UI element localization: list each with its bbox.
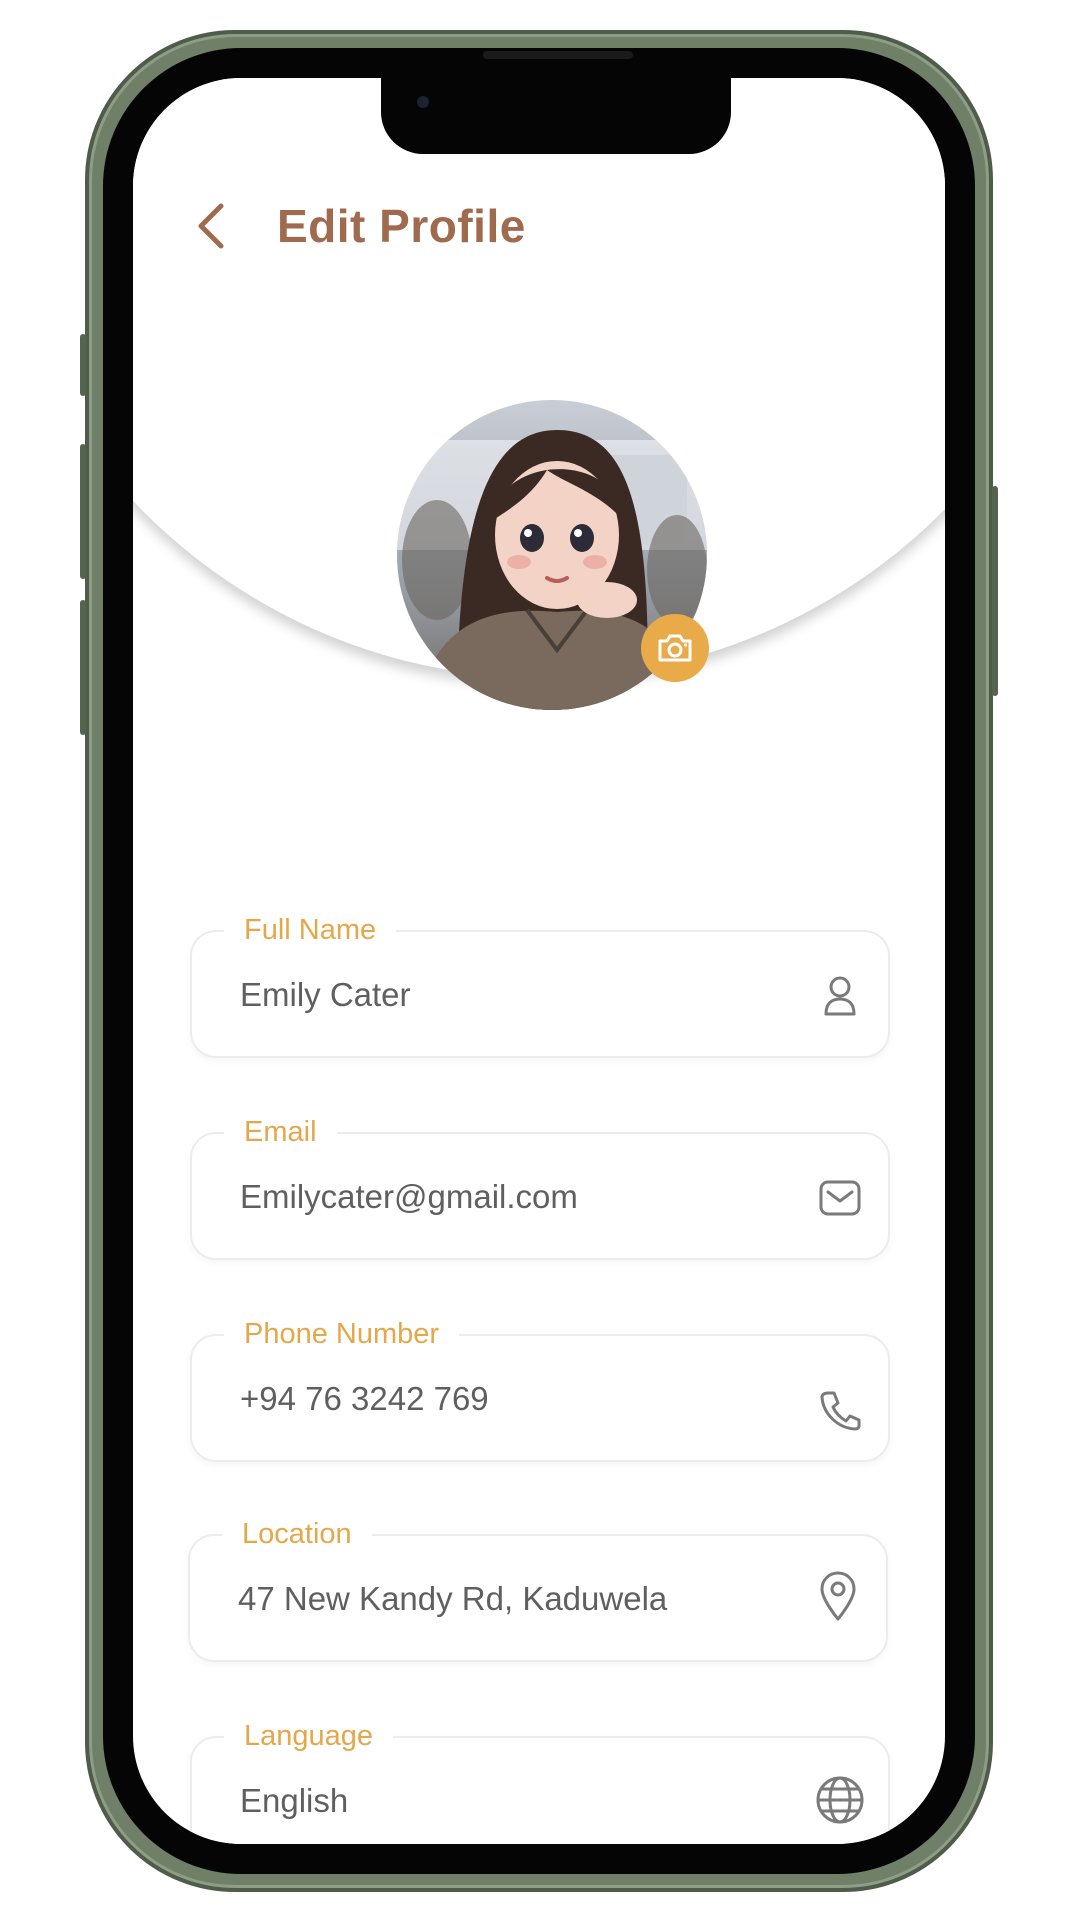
language-value[interactable]: English xyxy=(240,1778,348,1824)
front-camera xyxy=(417,96,429,108)
phone-frame: Edit Profile Full Name Emily Cater Email… xyxy=(80,30,998,1892)
location-value[interactable]: 47 New Kandy Rd, Kaduwela xyxy=(238,1576,667,1622)
full-name-label: Full Name xyxy=(224,912,397,948)
phone-bezel: Edit Profile Full Name Emily Cater Email… xyxy=(103,48,975,1874)
app-screen: Edit Profile Full Name Emily Cater Email… xyxy=(133,78,945,1844)
location-pin-icon xyxy=(812,1570,864,1622)
full-name-value[interactable]: Emily Cater xyxy=(240,972,411,1018)
power-button xyxy=(992,486,998,696)
phone-icon xyxy=(814,1384,866,1436)
user-icon xyxy=(814,970,866,1022)
email-value[interactable]: Emilycater@gmail.com xyxy=(240,1174,578,1220)
camera-icon xyxy=(658,634,692,662)
silent-switch xyxy=(80,334,86,396)
chevron-left-icon[interactable] xyxy=(193,196,233,256)
page-title: Edit Profile xyxy=(277,200,526,252)
change-photo-button[interactable] xyxy=(641,614,709,682)
speaker-grille xyxy=(483,51,633,59)
volume-up-button xyxy=(80,444,86,579)
location-field[interactable]: Location 47 New Kandy Rd, Kaduwela xyxy=(188,1516,888,1662)
header: Edit Profile xyxy=(193,186,526,266)
volume-down-button xyxy=(80,600,86,735)
phone-value[interactable]: +94 76 3242 769 xyxy=(240,1376,489,1422)
mail-icon xyxy=(814,1172,866,1224)
language-label: Language xyxy=(224,1718,394,1754)
language-field[interactable]: Language English xyxy=(190,1718,890,1844)
globe-icon xyxy=(814,1774,866,1826)
phone-field[interactable]: Phone Number +94 76 3242 769 xyxy=(190,1316,890,1462)
location-label: Location xyxy=(222,1516,372,1552)
email-field[interactable]: Email Emilycater@gmail.com xyxy=(190,1114,890,1260)
phone-label: Phone Number xyxy=(224,1316,460,1352)
notch xyxy=(381,78,731,154)
full-name-field[interactable]: Full Name Emily Cater xyxy=(190,912,890,1058)
email-label: Email xyxy=(224,1114,337,1150)
